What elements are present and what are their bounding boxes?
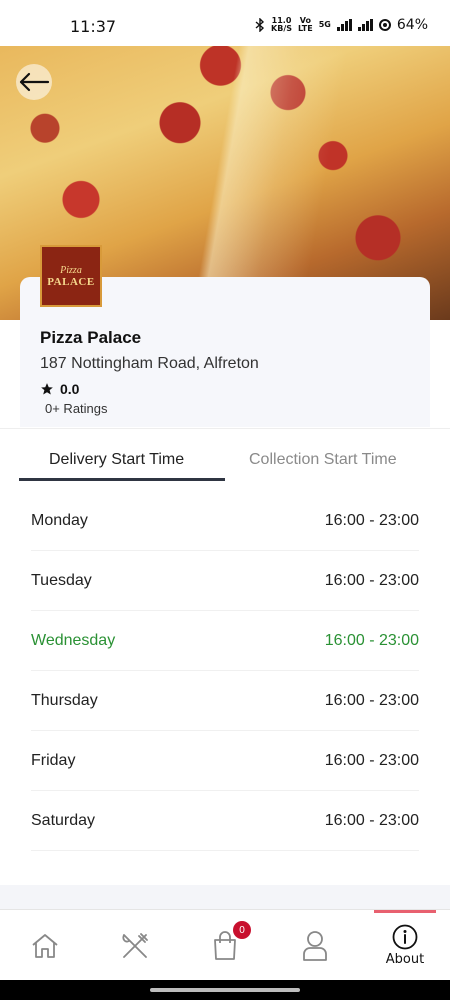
- network-type: 5G: [318, 20, 331, 29]
- active-tab-indicator: [19, 478, 225, 481]
- fork-knife-icon: [122, 932, 148, 958]
- volte-indicator: Vo LTE: [298, 16, 313, 33]
- arrow-left-icon: [19, 72, 50, 92]
- nav-menu[interactable]: [90, 910, 180, 981]
- schedule-hours: 16:00 - 23:00: [324, 572, 419, 589]
- star-icon: [41, 383, 53, 395]
- schedule-day: Friday: [31, 752, 76, 769]
- nav-basket[interactable]: 0: [180, 910, 270, 981]
- status-bar: 11:37 11.0 KB/S Vo LTE 5G 64%: [0, 0, 450, 46]
- schedule-row: Saturday 16:00 - 23:00: [31, 791, 419, 851]
- rating: 0.0: [40, 381, 79, 397]
- status-icons: 11.0 KB/S Vo LTE 5G 64%: [255, 17, 428, 33]
- back-button[interactable]: [16, 64, 52, 100]
- basket-count-badge: 0: [233, 921, 251, 939]
- nav-about[interactable]: About: [360, 910, 450, 981]
- bluetooth-icon: [255, 18, 265, 32]
- schedule-hours: 16:00 - 23:00: [324, 632, 419, 649]
- gesture-bar: [0, 980, 450, 1000]
- time-tabs: Delivery Start Time Collection Start Tim…: [0, 428, 450, 483]
- schedule-hours: 16:00 - 23:00: [324, 752, 419, 769]
- schedule-day: Monday: [31, 512, 88, 529]
- schedule-day: Tuesday: [31, 572, 92, 589]
- schedule-row-today: Wednesday 16:00 - 23:00: [31, 611, 419, 671]
- ratings-count: 0+ Ratings: [45, 401, 108, 416]
- nav-account[interactable]: [270, 910, 360, 981]
- tab-collection-start-time[interactable]: Collection Start Time: [249, 451, 397, 469]
- home-icon: [32, 933, 58, 958]
- restaurant-address: 187 Nottingham Road, Alfreton: [40, 355, 259, 372]
- signal-icon: [336, 19, 352, 31]
- schedule-hours: 16:00 - 23:00: [324, 512, 419, 529]
- home-gesture-handle[interactable]: [150, 988, 300, 992]
- status-time: 11:37: [70, 17, 117, 36]
- schedule-day: Saturday: [31, 812, 96, 829]
- opening-hours-list: Monday 16:00 - 23:00 Tuesday 16:00 - 23:…: [31, 491, 419, 851]
- nav-home[interactable]: [0, 910, 90, 981]
- schedule-hours: 16:00 - 23:00: [324, 692, 419, 709]
- schedule-row: Tuesday 16:00 - 23:00: [31, 551, 419, 611]
- nav-about-label: About: [385, 952, 425, 967]
- info-icon: [392, 924, 418, 950]
- battery-percent: 64%: [396, 17, 428, 33]
- schedule-row: Friday 16:00 - 23:00: [31, 731, 419, 791]
- user-icon: [303, 930, 327, 961]
- schedule-day: Thursday: [31, 692, 98, 709]
- restaurant-name: Pizza Palace: [40, 328, 142, 347]
- footer-spacer: [0, 885, 450, 909]
- schedule-hours: 16:00 - 23:00: [324, 812, 419, 829]
- battery-icon: [378, 19, 391, 31]
- bottom-navigation: 0 About: [0, 909, 450, 981]
- schedule-day: Wednesday: [31, 632, 116, 649]
- schedule-row: Monday 16:00 - 23:00: [31, 491, 419, 551]
- restaurant-logo: Pizza PALACE: [40, 245, 102, 307]
- tab-delivery-start-time[interactable]: Delivery Start Time: [49, 451, 184, 469]
- net-speed: 11.0 KB/S: [271, 16, 293, 33]
- rating-value: 0.0: [60, 381, 80, 397]
- schedule-row: Thursday 16:00 - 23:00: [31, 671, 419, 731]
- restaurant-card: Pizza PALACE Pizza Palace 187 Nottingham…: [20, 245, 430, 427]
- signal-icon-2: [357, 19, 373, 31]
- nav-active-indicator: [374, 910, 436, 913]
